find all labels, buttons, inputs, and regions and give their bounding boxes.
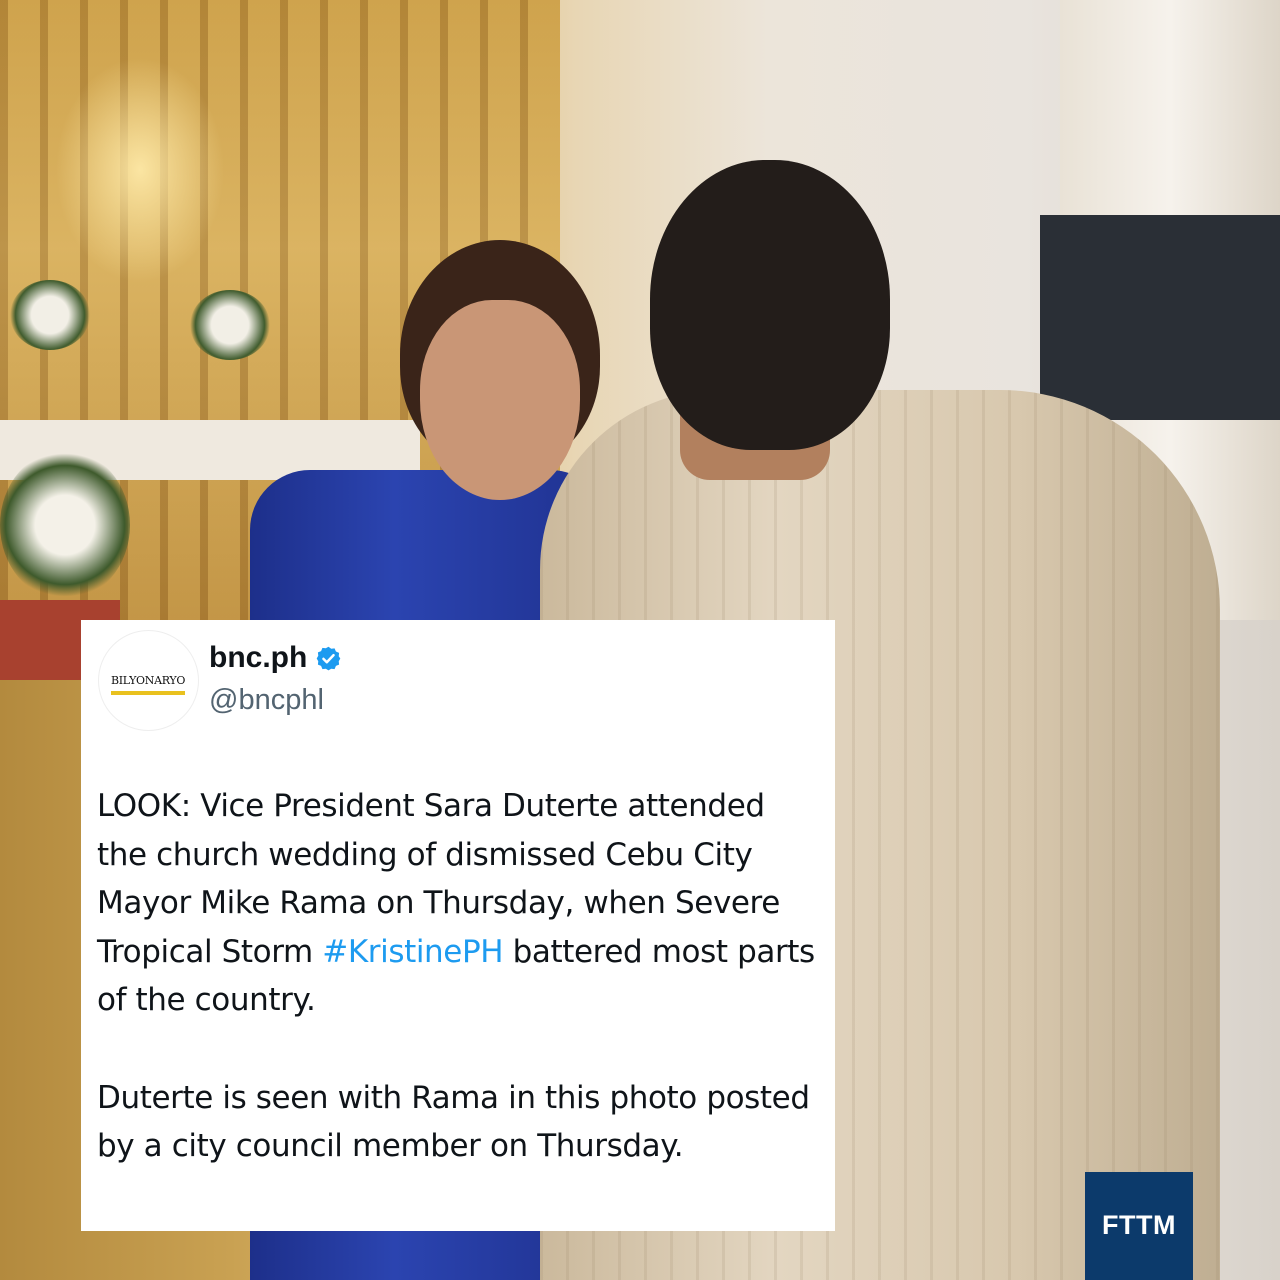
hashtag-link[interactable]: #KristinePH	[322, 934, 503, 970]
tweet-card: BILYONARYO bnc.ph @bncphl LOOK: Vice Pre…	[81, 620, 835, 1231]
name-row: bnc.ph	[209, 638, 342, 678]
tweet-paragraph-2: Duterte is seen with Rama in this photo …	[97, 1079, 810, 1165]
watermark-badge: FTTM	[1085, 1172, 1193, 1280]
avatar-logo-text: BILYONARYO	[110, 674, 186, 687]
tweet-text: LOOK: Vice President Sara Duterte attend…	[97, 782, 817, 1171]
flower-arrangement	[0, 450, 130, 600]
head	[650, 160, 890, 450]
avatar-logo-underline	[111, 691, 185, 695]
avatar[interactable]: BILYONARYO	[98, 630, 199, 731]
watermark-label: FTTM	[1102, 1210, 1176, 1240]
display-name[interactable]: bnc.ph	[209, 638, 307, 678]
verified-badge-icon	[315, 645, 342, 672]
tweet-paragraph-1: LOOK: Vice President Sara Duterte attend…	[97, 782, 817, 1025]
user-handle[interactable]: @bncphl	[209, 680, 324, 720]
flower-arrangement	[10, 280, 90, 350]
